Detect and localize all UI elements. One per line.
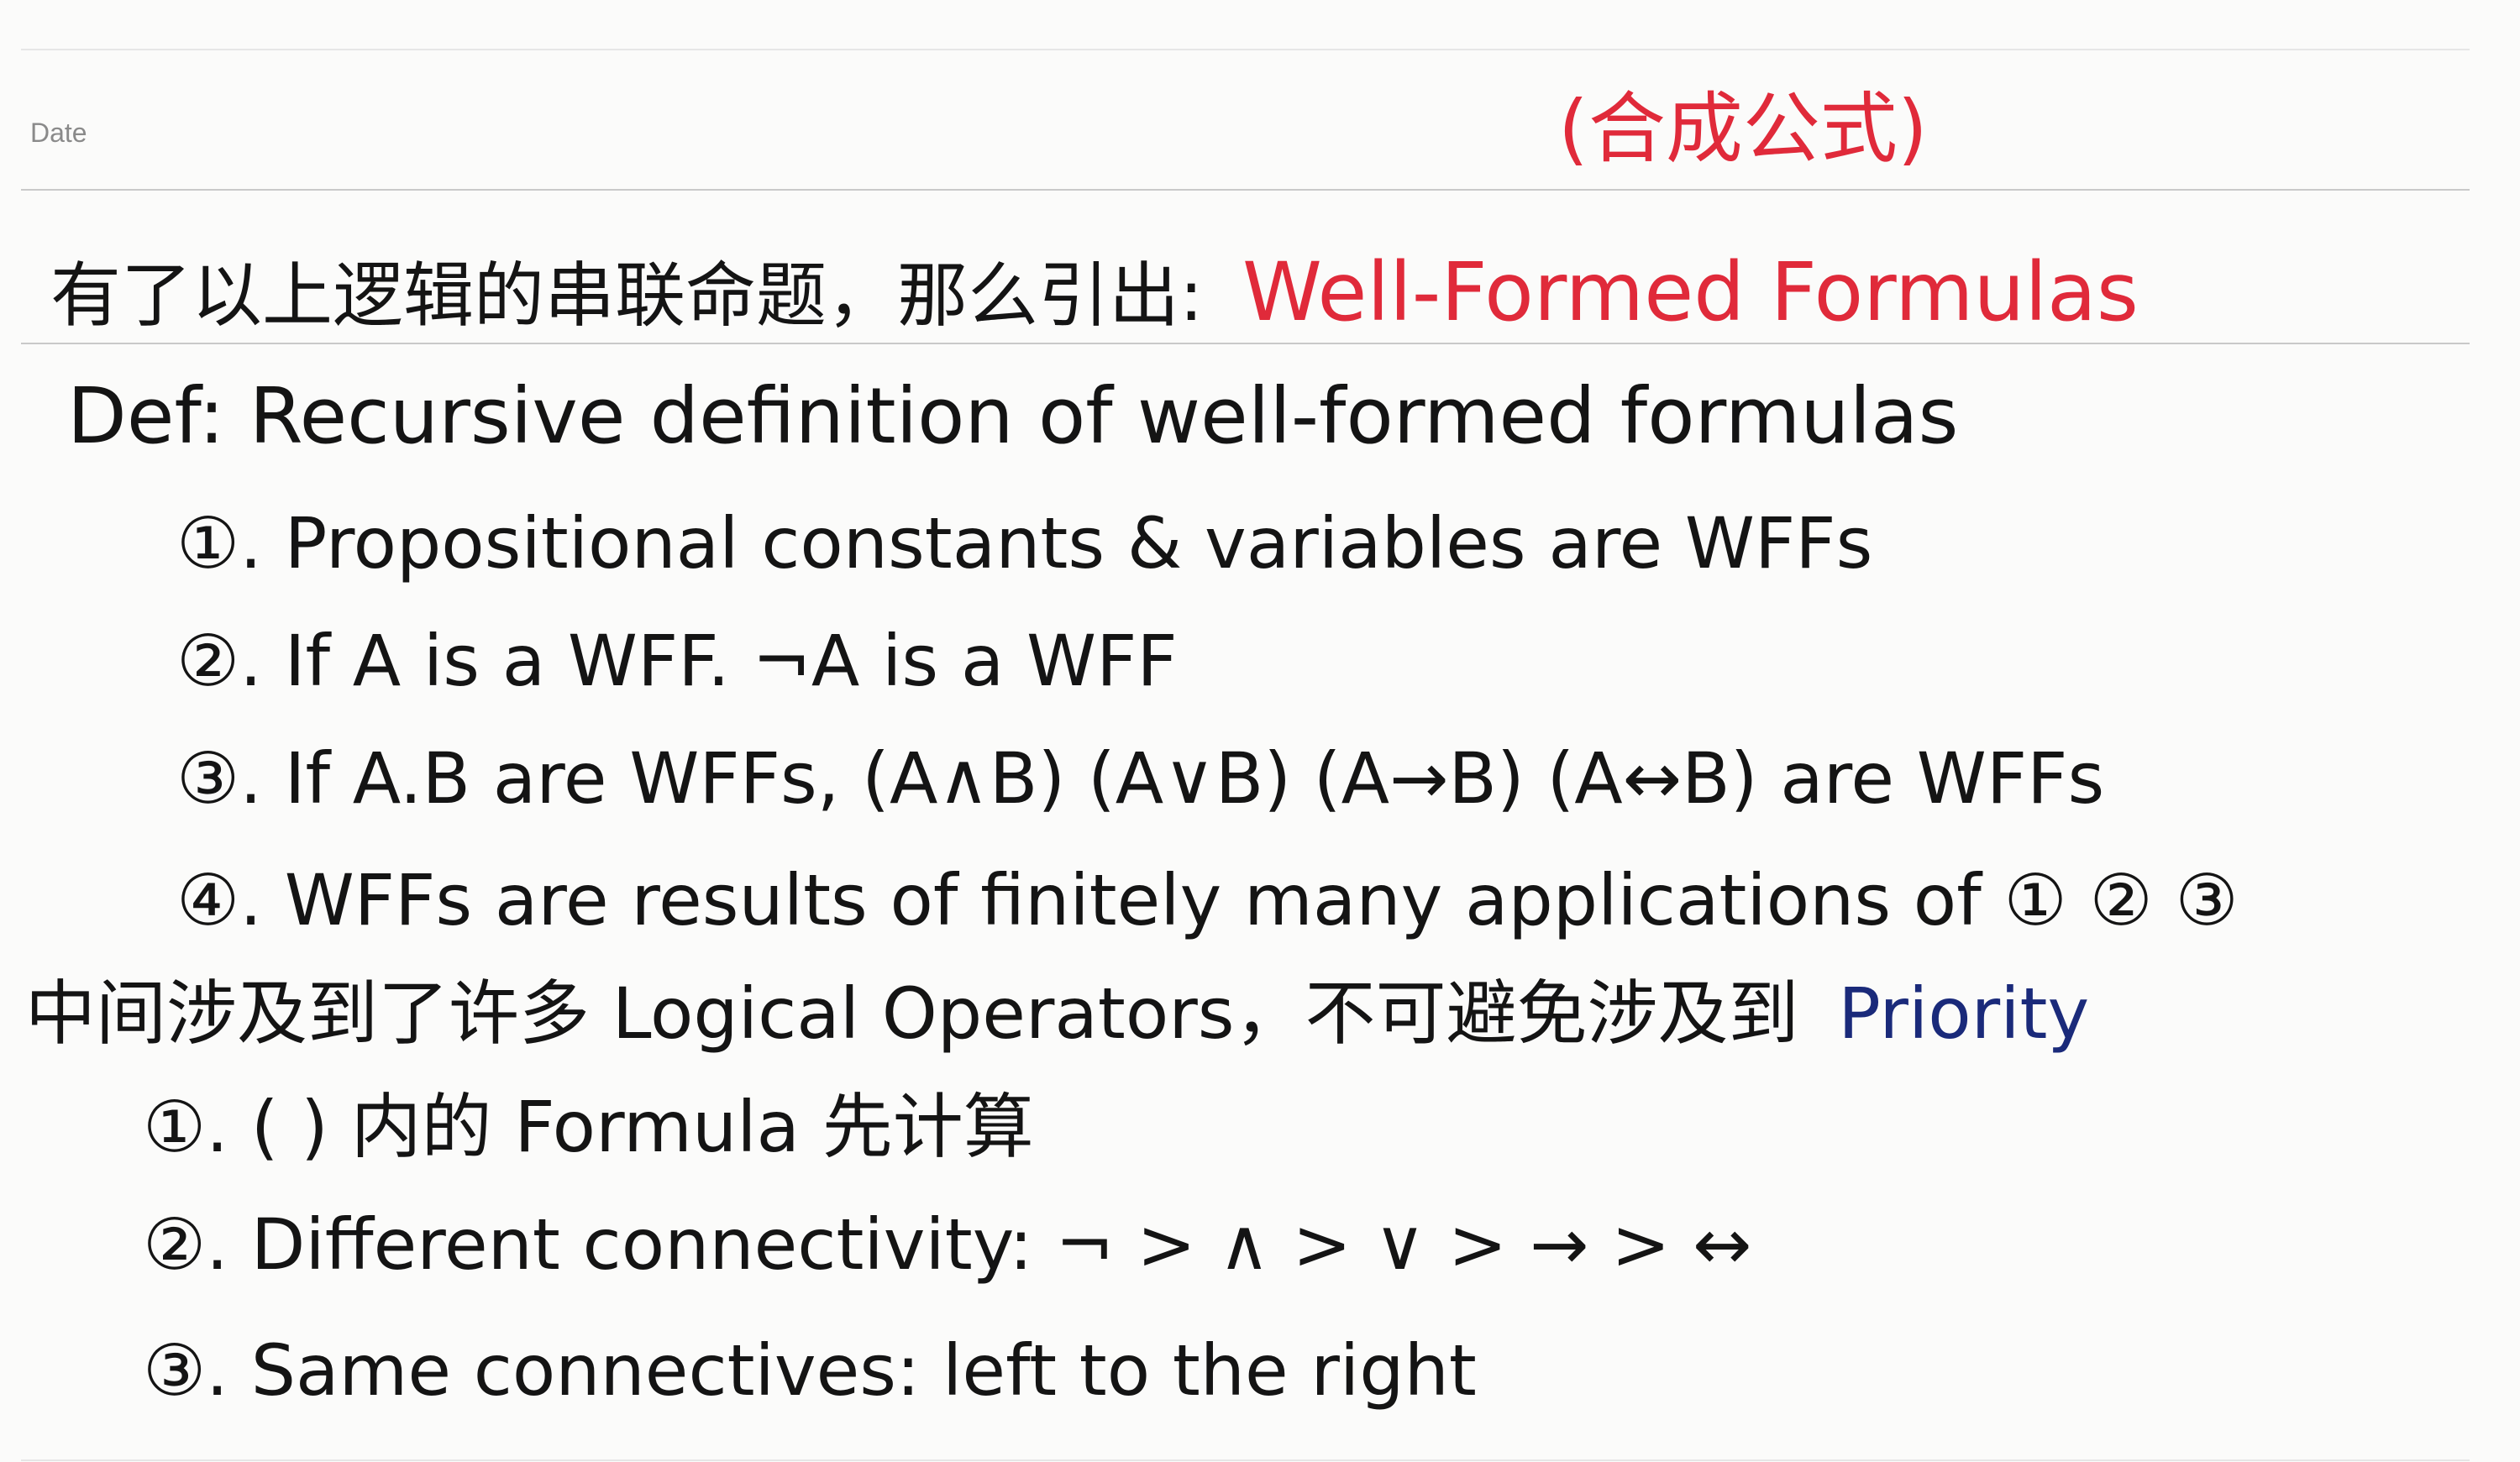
ruled-line: [21, 343, 2470, 344]
priority-item-2: ②. Different connectivity: ¬ > ∧ > ∨ > →…: [143, 1203, 1752, 1286]
wff-heading: Well-Formed Formulas: [1242, 245, 2139, 339]
top-rule: [21, 49, 2470, 50]
priority-intro-text: 中间涉及到了许多 Logical Operators，不可避免涉及到: [25, 972, 1799, 1055]
priority-intro-line: 中间涉及到了许多 Logical Operators，不可避免涉及到 Prior…: [25, 978, 2089, 1049]
definition-item-2: ②. If A is a WFF. ¬A is a WFF: [176, 620, 1178, 702]
priority-heading: Priority: [1838, 972, 2090, 1055]
definition-title: Def: Recursive definition of well-formed…: [67, 371, 1959, 461]
definition-item-1: ①. Propositional constants & variables a…: [176, 502, 1873, 584]
intro-line: 有了以上逻辑的串联命题，那么引出: Well-Formed Formulas: [50, 252, 2139, 333]
synthesis-note: (合成公式): [1558, 84, 1928, 174]
priority-item-3: ③. Same connectives: left to the right: [143, 1329, 1477, 1412]
bottom-rule: [21, 1459, 2470, 1461]
definition-item-3: ③. If A.B are WFFs, (A∧B) (A∨B) (A→B) (A…: [176, 737, 2105, 820]
intro-text: 有了以上逻辑的串联命题，那么引出:: [50, 254, 1204, 337]
notebook-page: Date (合成公式) 有了以上逻辑的串联命题，那么引出: Well-Forme…: [0, 0, 2520, 1462]
definition-item-4: ④. WFFs are results of finitely many app…: [176, 859, 2239, 941]
priority-item-1: ①. ( ) 内的 Formula 先计算: [143, 1086, 1034, 1168]
ruled-line: [21, 189, 2470, 191]
date-label: Date: [30, 118, 87, 148]
